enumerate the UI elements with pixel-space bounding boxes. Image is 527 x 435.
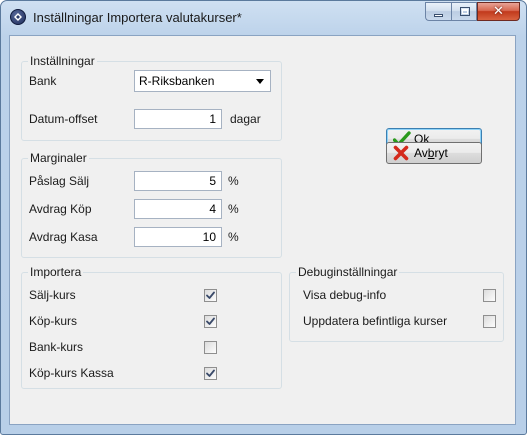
paslag-salj-label: Påslag Sälj bbox=[29, 174, 90, 188]
bank-kurs-checkbox[interactable] bbox=[204, 341, 217, 354]
app-icon bbox=[10, 9, 26, 25]
cancel-button-label: Avbryt bbox=[414, 146, 448, 160]
paslag-salj-input[interactable]: 5 bbox=[134, 171, 222, 191]
group-title-marginaler: Marginaler bbox=[28, 151, 89, 165]
kop-kurs-label: Köp-kurs bbox=[29, 314, 78, 328]
bank-select-value: R-Riksbanken bbox=[139, 74, 215, 88]
checkmark-icon bbox=[206, 369, 215, 377]
maximize-icon bbox=[460, 7, 470, 16]
avdrag-kasa-label: Avdrag Kasa bbox=[29, 230, 98, 244]
kop-kurs-checkbox[interactable] bbox=[204, 315, 217, 328]
visa-debug-info-checkbox[interactable] bbox=[483, 289, 496, 302]
kop-kurs-kassa-checkbox[interactable] bbox=[204, 367, 217, 380]
dialog-client-area: Inställningar Bank R-Riksbanken Datum-of… bbox=[9, 35, 516, 425]
uppdatera-befintliga-checkbox[interactable] bbox=[483, 315, 496, 328]
uppdatera-befintliga-label: Uppdatera befintliga kurser bbox=[303, 314, 448, 328]
kop-kurs-kassa-label: Köp-kurs Kassa bbox=[29, 366, 114, 380]
datum-offset-unit: dagar bbox=[230, 112, 261, 126]
avdrag-kop-unit: % bbox=[228, 202, 239, 216]
paslag-salj-unit: % bbox=[228, 174, 239, 188]
bank-kurs-label: Bank-kurs bbox=[29, 340, 84, 354]
group-installningar: Inställningar Bank R-Riksbanken Datum-of… bbox=[21, 54, 282, 141]
chevron-down-icon bbox=[256, 79, 264, 84]
avdrag-kop-input[interactable]: 4 bbox=[134, 199, 222, 219]
group-title-debug: Debuginställningar bbox=[296, 265, 400, 279]
bank-label: Bank bbox=[29, 74, 57, 88]
salj-kurs-checkbox[interactable] bbox=[204, 289, 217, 302]
maximize-button[interactable] bbox=[451, 2, 477, 21]
salj-kurs-label: Sälj-kurs bbox=[29, 288, 76, 302]
bank-select[interactable]: R-Riksbanken bbox=[134, 70, 271, 92]
avdrag-kop-label: Avdrag Köp bbox=[29, 202, 92, 216]
group-title-installningar: Inställningar bbox=[28, 54, 97, 68]
avdrag-kasa-input[interactable]: 10 bbox=[134, 227, 222, 247]
group-importera: Importera Sälj-kurs Köp-kurs Bank-kurs K… bbox=[21, 265, 282, 389]
visa-debug-info-label: Visa debug-info bbox=[303, 288, 387, 302]
minimize-icon bbox=[434, 14, 443, 17]
datum-offset-label: Datum-offset bbox=[29, 112, 98, 126]
datum-offset-input[interactable]: 1 bbox=[134, 109, 222, 129]
group-title-importera: Importera bbox=[28, 265, 84, 279]
caption-buttons: ✕ bbox=[425, 2, 520, 22]
dialog-window: Inställningar Importera valutakurser* ✕ … bbox=[0, 0, 527, 435]
window-title: Inställningar Importera valutakurser* bbox=[33, 10, 242, 25]
checkmark-icon bbox=[206, 291, 215, 299]
red-x-icon bbox=[393, 145, 409, 164]
cancel-button[interactable]: Avbryt bbox=[386, 142, 482, 164]
group-marginaler: Marginaler Påslag Sälj 5 % Avdrag Köp 4 … bbox=[21, 151, 282, 258]
group-debug: Debuginställningar Visa debug-info Uppda… bbox=[289, 265, 504, 342]
avdrag-kasa-unit: % bbox=[228, 230, 239, 244]
checkmark-icon bbox=[206, 317, 215, 325]
minimize-button[interactable] bbox=[425, 2, 451, 21]
close-icon: ✕ bbox=[493, 4, 504, 19]
title-bar[interactable]: Inställningar Importera valutakurser* ✕ bbox=[1, 1, 526, 35]
close-button[interactable]: ✕ bbox=[477, 2, 520, 21]
